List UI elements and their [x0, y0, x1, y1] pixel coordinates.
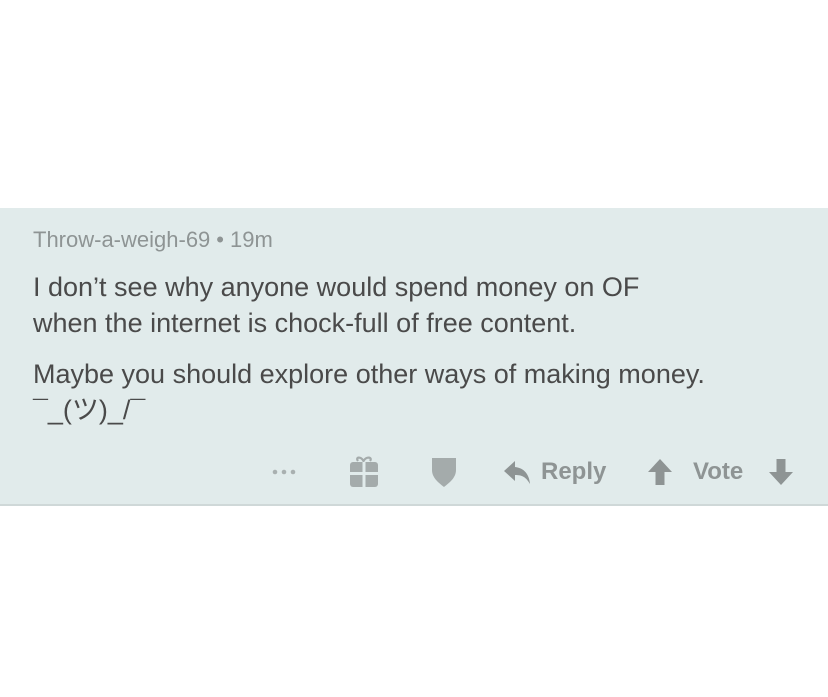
award-button[interactable]: [349, 455, 379, 489]
gift-icon: [350, 456, 378, 487]
comment-body: I don’t see why anyone would spend money…: [33, 269, 813, 443]
page: Throw-a-weigh-69 • 19m I don’t see why any…: [0, 0, 828, 697]
downvote-button[interactable]: [768, 455, 794, 489]
upvote-button[interactable]: [647, 455, 673, 489]
comment-line: I don’t see why anyone would spend money…: [33, 272, 640, 302]
reply-button[interactable]: Reply: [503, 455, 606, 489]
moderate-button[interactable]: [430, 455, 458, 489]
meta-separator: •: [216, 227, 224, 252]
comment-author[interactable]: Throw-a-weigh-69: [33, 227, 210, 252]
arrow-down-icon: [769, 459, 793, 485]
vote-label: Vote: [693, 455, 743, 489]
comment-age: 19m: [230, 227, 273, 252]
comment-line: ¯_(ツ)_/¯: [33, 395, 146, 425]
comment-actions: Reply Vote: [0, 455, 828, 489]
reply-arrow-icon: [504, 461, 530, 484]
more-options-button[interactable]: [271, 455, 297, 489]
comment-line: Maybe you should explore other ways of m…: [33, 359, 705, 389]
comment-paragraph: Maybe you should explore other ways of m…: [33, 356, 813, 428]
more-horizontal-icon: [272, 469, 296, 475]
comment-card: Throw-a-weigh-69 • 19m I don’t see why any…: [0, 208, 828, 506]
shield-icon: [432, 458, 456, 487]
vote-text: Vote: [693, 458, 744, 485]
comment-meta: Throw-a-weigh-69 • 19m: [33, 227, 273, 253]
arrow-up-icon: [648, 459, 672, 485]
comment-line: when the internet is chock-full of free …: [33, 308, 577, 338]
comment-paragraph: I don’t see why anyone would spend money…: [33, 269, 813, 341]
reply-label: Reply: [541, 458, 607, 485]
